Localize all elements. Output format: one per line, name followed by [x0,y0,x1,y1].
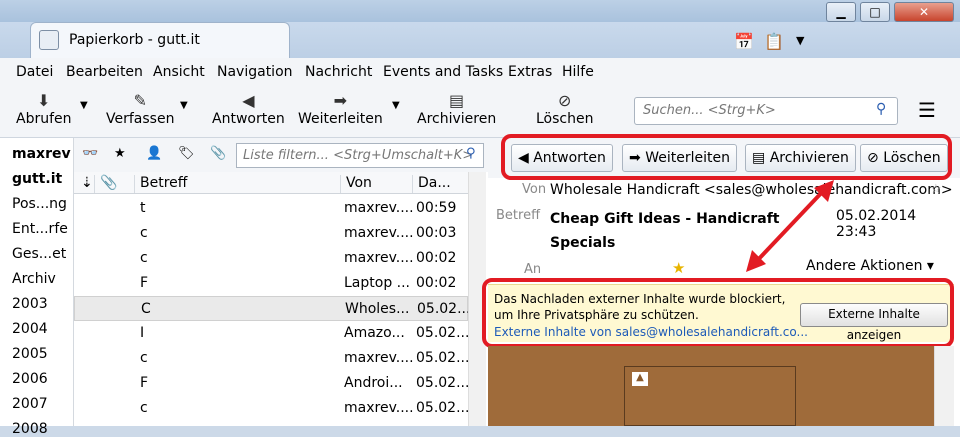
folder-item[interactable]: Ent...rfe [12,221,68,237]
pencil-icon: ✎ [133,91,147,110]
star-icon[interactable]: ★ [672,259,685,277]
star-filter-icon[interactable]: ★ [114,146,126,161]
message-scrollbar[interactable] [934,346,954,426]
forward-dropdown[interactable]: ▼ [392,100,400,111]
tag-filter-icon[interactable]: 🏷 [178,146,195,161]
menu-bar: Datei Bearbeiten Ansicht Navigation Nach… [0,58,960,86]
download-icon: ⬇ [37,91,51,110]
minimize-button[interactable]: ▁ [826,2,856,22]
folder-item[interactable]: 2003 [12,296,48,312]
folder-item[interactable]: maxrev [12,146,71,162]
search-icon: ⚲ [466,146,476,161]
menu-hamburger-icon[interactable]: ☰ [918,98,936,122]
delete-icon: ⊘ [558,91,572,110]
fetch-dropdown[interactable]: ▼ [80,100,88,111]
title-bar [0,0,960,22]
forward-button[interactable]: ➡ Weiterleiten [298,91,383,127]
maximize-button[interactable]: □ [860,2,890,22]
date-column[interactable]: Da... [412,175,468,193]
menu-ansicht[interactable]: Ansicht [153,64,205,80]
tab-title: Papierkorb - gutt.it [69,32,200,48]
menu-nachricht[interactable]: Nachricht [305,64,372,80]
filter-input[interactable]: Liste filtern... <Strg+Umschalt+K> [236,143,484,168]
to-label: An [524,262,542,277]
reply-icon: ◀ [242,91,255,110]
date: 05.02.2014 23:43 [836,208,917,240]
trash-icon [39,30,59,50]
close-window-button[interactable]: ✕ [894,2,954,22]
compose-dropdown[interactable]: ▼ [180,100,188,111]
folder-item[interactable]: 2004 [12,321,48,337]
thread-column-icon[interactable]: ⇣ [76,175,93,193]
folder-item[interactable]: gutt.it [12,171,62,187]
contact-filter-icon[interactable]: 👤 [146,146,162,161]
annotation-arrow [746,180,834,272]
menu-extras[interactable]: Extras [508,64,552,80]
message-row[interactable]: F Laptop ... 00:02 [74,271,468,296]
menu-bearbeiten[interactable]: Bearbeiten [66,64,143,80]
tasks-icon[interactable]: 📋 [764,32,784,51]
menu-datei[interactable]: Datei [16,64,53,80]
archive-button[interactable]: ▤ Archivieren [417,91,496,127]
reply-button[interactable]: ◀ Antworten [212,91,285,127]
message-row[interactable]: c maxrev.... 00:03 [74,221,468,246]
search-input[interactable]: Suchen... <Strg+K> [634,97,898,125]
message-row[interactable]: c maxrev.... 05.02.... [74,396,474,421]
blocked-image [624,366,796,426]
tab-trash[interactable]: Papierkorb - gutt.it [30,22,290,58]
folder-item[interactable]: 2006 [12,371,48,387]
message-row[interactable]: t maxrev.... 00:59 [74,196,468,221]
message-row[interactable]: F Androi... 05.02.... [74,371,474,396]
image-placeholder-icon: ▲ [632,372,648,386]
subject-label: Betreff [496,208,541,223]
star-icon[interactable]: ☆ [930,182,942,197]
message-row[interactable]: I Amazo... 05.02.... [74,321,474,346]
folder-item[interactable]: Pos...ng [12,196,67,212]
archive-icon: ▤ [449,91,465,110]
fetch-button[interactable]: ⬇ Abrufen [16,91,72,127]
from-label: Von [522,182,547,197]
delete-button[interactable]: ⊘ Löschen [536,91,593,127]
message-row[interactable]: c maxrev.... 00:02 [74,246,468,271]
folder-item[interactable]: Archiv [12,271,56,287]
message-row[interactable]: c maxrev.... 05.02.... [74,346,474,371]
compose-button[interactable]: ✎ Verfassen [106,91,174,127]
menu-navigation[interactable]: Navigation [217,64,293,80]
from-column[interactable]: Von [340,175,412,193]
folder-item[interactable]: 2007 [12,396,48,412]
folder-item[interactable]: Ges...et [12,246,66,262]
folder-pane: maxrev gutt.it Pos...ng Ent...rfe Ges...… [0,138,74,437]
calendar-icon[interactable]: 📅 [734,32,754,51]
forward-icon: ➡ [333,91,348,110]
highlight-box [482,278,954,348]
attachment-filter-icon[interactable]: 📎 [210,146,226,161]
chevron-down-icon[interactable]: ▼ [796,34,804,47]
folder-item[interactable]: 2005 [12,346,48,362]
highlight-box [501,134,952,180]
menu-hilfe[interactable]: Hilfe [562,64,594,80]
column-header: ⇣ 📎 Betreff Von Da... [74,172,468,194]
folder-item[interactable]: 2008 [12,421,48,437]
message-row-selected[interactable]: C Wholes... 05.02.... [74,296,475,321]
menu-events[interactable]: Events and Tasks [383,64,503,80]
subject-column[interactable]: Betreff [134,175,342,193]
unread-filter-icon[interactable]: 👓 [82,146,98,161]
attachment-column-icon[interactable]: 📎 [94,175,117,193]
search-icon: ⚲ [876,101,887,117]
